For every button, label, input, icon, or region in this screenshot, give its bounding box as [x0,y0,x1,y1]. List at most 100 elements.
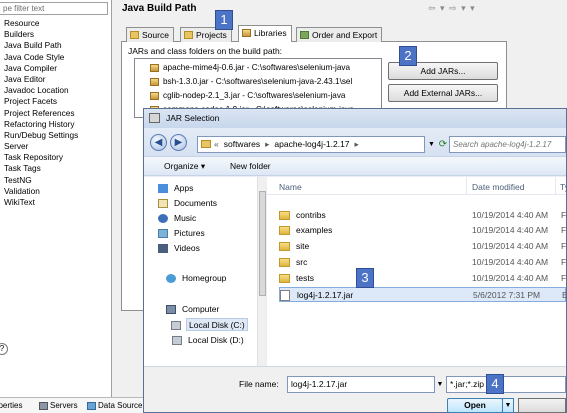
file-name-dropdown-icon[interactable]: ▼ [434,376,446,393]
nav-item-refactoring-history[interactable]: Refactoring History [4,119,78,130]
nav-item-builders[interactable]: Builders [4,29,78,40]
jar-icon [150,92,159,100]
source-folder-icon [130,31,139,39]
breadcrumb-softwares[interactable]: softwares [224,139,260,149]
servers-view-tab[interactable]: Servers [38,400,78,413]
nav-item-java-build-path[interactable]: Java Build Path [4,40,78,51]
apps-icon [158,184,168,193]
nav-music-label: Music [174,213,197,223]
step-4-badge: 4 [486,374,504,394]
nav-scrollbar[interactable] [257,177,266,366]
nav-item-task-tags[interactable]: Task Tags [4,163,78,174]
data-source-view-tab[interactable]: Data Source [86,400,142,413]
nav-item-server[interactable]: Server [4,141,78,152]
nav-music[interactable]: Music [158,212,197,225]
nav-apps-label: Apps [174,183,194,193]
address-bar[interactable]: « softwares ▸ apache-log4j-1.2.17 ▸ [197,136,425,153]
nav-item-testng[interactable]: TestNG [4,175,78,186]
filter-input[interactable]: pe filter text [0,2,108,15]
nav-local-disk-c-label: Local Disk (C:) [189,320,245,330]
history-nav-arrows[interactable]: ⇦ ▾ ⇨ ▾ ▾ [428,3,476,14]
nav-item-task-repository[interactable]: Task Repository [4,152,78,163]
step-1-badge: 1 [215,10,233,30]
order-export-icon [300,31,309,39]
dialog-titlebar: JAR Selection [144,109,566,128]
jar-file-icon [280,290,290,301]
properties-view-tab[interactable]: operties [0,400,22,413]
nav-item-project-facets[interactable]: Project Facets [4,96,78,107]
organize-button[interactable]: Organize ▾ [164,161,205,172]
nav-item-run-debug-settings[interactable]: Run/Debug Settings [4,130,78,141]
nav-item-validation[interactable]: Validation [4,186,78,197]
column-name[interactable]: Name [279,182,302,192]
search-input[interactable]: Search apache-log4j-1.2.17 [449,136,566,153]
column-divider[interactable] [466,177,467,195]
file-type: Fi [561,210,567,220]
nav-item-wikitext[interactable]: WikiText [4,197,78,208]
file-name-input[interactable]: log4j-1.2.17.jar [287,376,435,393]
nav-item-java-code-style[interactable]: Java Code Style [4,52,78,63]
nav-homegroup[interactable]: Homegroup [166,272,226,285]
nav-item-resource[interactable]: Resource [4,18,78,29]
build-path-label: JARs and class folders on the build path… [128,46,283,56]
column-divider[interactable] [555,177,556,195]
nav-pictures-label: Pictures [174,228,205,238]
pictures-icon [158,229,168,238]
nav-item-javadoc-location[interactable]: Javadoc Location [4,85,78,96]
back-icon[interactable]: ◀ [150,134,167,151]
file-name: site [296,241,310,251]
open-dropdown-icon[interactable]: ▼ [502,398,514,413]
list-item[interactable]: bsh-1.3.0.jar - C:\softwares\selenium-ja… [150,75,352,88]
column-header: Name Date modified Type [267,177,567,195]
file-type-filter-select[interactable]: *.jar;*.zip [446,376,566,393]
file-name: examples [296,225,333,235]
tab-libraries[interactable]: Libraries [238,25,292,42]
properties-nav-list: Resource Builders Java Build Path Java C… [4,18,78,208]
open-button[interactable]: Open [447,398,503,413]
page-title: Java Build Path [122,3,197,14]
list-item[interactable]: cglib-nodep-2.1_3.jar - C:\softwares\sel… [150,89,345,102]
list-item[interactable]: apache-mime4j-0.6.jar - C:\softwares\sel… [150,61,350,74]
file-row-selected[interactable]: log4j-1.2.17.jar 5/6/2012 7:31 PM Ex [279,287,567,302]
file-row[interactable]: site 10/19/2014 4:40 AM Fi [279,239,567,254]
file-name: src [296,257,308,267]
navigation-pane: Apps Documents Music Pictures Videos Hom… [144,177,266,366]
nav-item-java-compiler[interactable]: Java Compiler [4,63,78,74]
file-row[interactable]: examples 10/19/2014 4:40 AM Fi [279,223,567,238]
file-type: Fi [561,225,567,235]
file-row[interactable]: tests 10/19/2014 4:40 AM Fi [279,271,567,286]
file-type: Ex [562,290,567,300]
column-type[interactable]: Type [560,182,567,192]
breadcrumb-separator[interactable]: ▸ [355,139,359,149]
command-bar: Organize ▾ New folder [144,156,566,176]
nav-local-disk-c[interactable]: Local Disk (C:) [171,318,248,331]
properties-nav-pane: pe filter text Resource Builders Java Bu… [0,0,112,413]
tab-order-and-export[interactable]: Order and Export [296,27,383,42]
file-date: 5/6/2012 7:31 PM [473,290,541,300]
nav-computer[interactable]: Computer [166,303,219,316]
column-date-modified[interactable]: Date modified [472,182,524,192]
nav-apps[interactable]: Apps [158,182,194,195]
file-row[interactable]: contribs 10/19/2014 4:40 AM Fi [279,208,567,223]
music-icon [158,214,168,223]
jar-label: apache-mime4j-0.6.jar - C:\softwares\sel… [163,63,351,72]
help-icon[interactable]: ? [0,343,8,355]
new-folder-button[interactable]: New folder [230,161,271,171]
nav-item-project-references[interactable]: Project References [4,108,78,119]
file-row[interactable]: src 10/19/2014 4:40 AM Fi [279,255,567,270]
breadcrumb-separator[interactable]: ▸ [265,139,269,149]
drive-icon [171,321,181,330]
forward-icon[interactable]: ▶ [170,134,187,151]
nav-scrollbar-thumb[interactable] [259,191,266,296]
tab-source[interactable]: Source [126,27,174,42]
refresh-icon[interactable]: ⟳ [436,136,450,153]
nav-local-disk-d[interactable]: Local Disk (D:) [172,334,244,347]
nav-documents[interactable]: Documents [158,197,217,210]
breadcrumb-apache-log4j[interactable]: apache-log4j-1.2.17 [274,139,349,149]
nav-videos[interactable]: Videos [158,242,200,255]
nav-pictures[interactable]: Pictures [158,227,205,240]
nav-item-java-editor[interactable]: Java Editor [4,74,78,85]
add-external-jars-button[interactable]: Add External JARs... [388,84,498,102]
breadcrumb-overflow[interactable]: « [214,139,219,149]
cancel-button[interactable] [518,398,566,413]
